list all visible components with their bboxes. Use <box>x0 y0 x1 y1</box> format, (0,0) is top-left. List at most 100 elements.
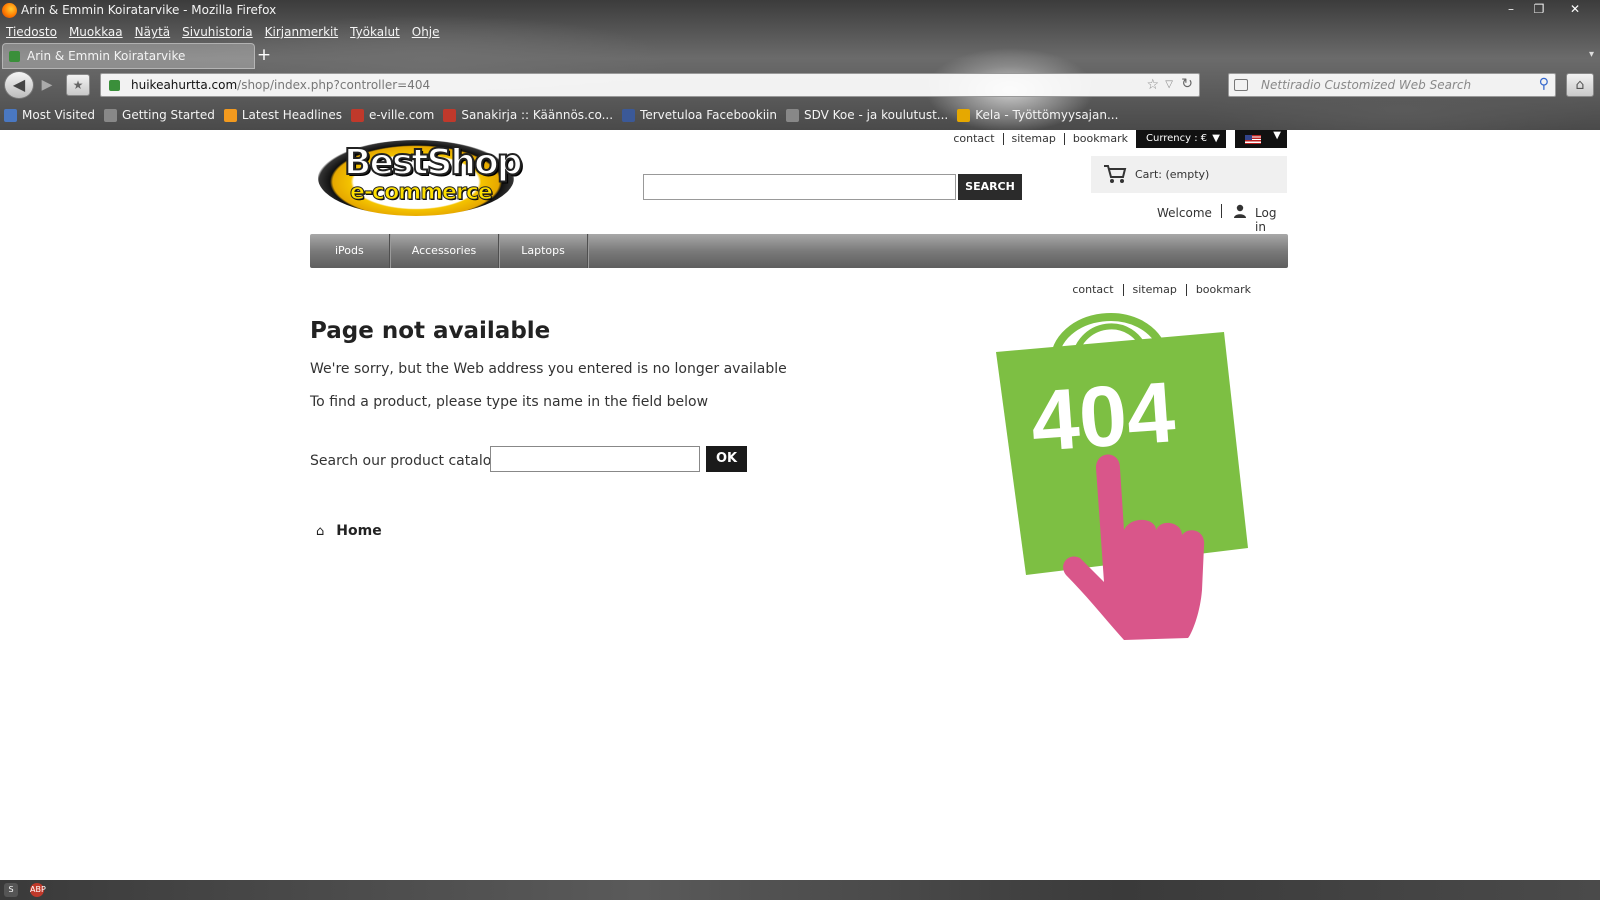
star-page-icon: ★ <box>72 78 84 92</box>
house-icon: ⌂ <box>1575 77 1585 93</box>
search-engine-icon[interactable] <box>1234 79 1248 91</box>
minimize-button[interactable]: – <box>1498 0 1524 18</box>
bookmark-item[interactable]: e-ville.com <box>351 108 434 122</box>
arrow-left-icon: ◀ <box>12 75 26 94</box>
menu-tiedosto[interactable]: Tiedosto <box>6 22 57 42</box>
back-button[interactable]: ◀ <box>4 71 34 99</box>
bookmark-item[interactable]: Getting Started <box>104 108 215 122</box>
bookmark-label: Getting Started <box>122 108 215 122</box>
page-icon-button[interactable]: ★ <box>66 74 90 96</box>
home-link-label: Home <box>336 523 382 539</box>
new-tab-button[interactable]: + <box>252 45 276 67</box>
browser-search-bar[interactable]: Nettiradio Customized Web Search ⚲ <box>1228 73 1556 97</box>
chevron-down-icon[interactable]: ▾ <box>1589 49 1594 60</box>
reload-icon[interactable]: ↻ <box>1181 76 1193 92</box>
menu-nayta[interactable]: Näytä <box>135 22 171 42</box>
language-selector[interactable]: ▼ <box>1235 130 1287 148</box>
bookmark-item[interactable]: SDV Koe - ja koulutust... <box>785 108 949 122</box>
header-search-input[interactable] <box>643 174 956 200</box>
cart-icon <box>1104 165 1127 183</box>
menu-ohje[interactable]: Ohje <box>412 22 440 42</box>
kela-icon <box>957 108 971 122</box>
menu-muokkaa[interactable]: Muokkaa <box>69 22 123 42</box>
tab-strip: Arin & Emmin Koiratarvike + ▾ <box>0 43 1600 69</box>
bookmark-label: Kela - Työttömyysajan... <box>975 108 1119 122</box>
us-flag-icon <box>1245 135 1261 144</box>
currency-selector[interactable]: Currency : € ▼ <box>1136 130 1226 148</box>
header-link-bookmark[interactable]: bookmark <box>1063 133 1136 145</box>
bookmark-label: Latest Headlines <box>241 108 343 122</box>
404-shopping-bag-illustration: 404 <box>996 313 1248 640</box>
menu-sivuhistoria[interactable]: Sivuhistoria <box>182 22 253 42</box>
site-favicon-icon <box>9 51 20 62</box>
category-menu: iPods Accessories Laptops <box>310 234 1288 268</box>
title-bar: Arin & Emmin Koiratarvike - Mozilla Fire… <box>0 0 1600 22</box>
header-search-button[interactable]: SEARCH <box>958 174 1022 200</box>
menu-kirjanmerkit[interactable]: Kirjanmerkit <box>265 22 338 42</box>
user-icon <box>1234 204 1246 218</box>
bookmark-star-icon[interactable]: ☆ <box>1146 77 1159 93</box>
facebook-icon <box>622 108 636 122</box>
cart-block[interactable]: Cart: (empty) <box>1091 156 1287 193</box>
menu-item-laptops[interactable]: Laptops <box>499 234 588 268</box>
url-host: huikeahurtta.com <box>131 78 238 92</box>
logo-text-sub: e-commerce <box>350 180 494 206</box>
bookmark-label: Tervetuloa Facebookiin <box>640 108 777 122</box>
bookmark-icon <box>4 108 17 122</box>
bookmark-label: e-ville.com <box>369 108 435 122</box>
logo-text-main: BestShop <box>343 141 524 184</box>
catalog-search-label: Search our product catalog: <box>310 453 505 469</box>
page-container: BestShop e-commerce contact sitemap book… <box>310 130 1290 880</box>
bookmark-label: Most Visited <box>22 108 96 122</box>
forward-button[interactable]: ▶ <box>36 75 58 95</box>
bookmarks-toolbar: Most Visited Getting Started Latest Headli… <box>0 104 1127 126</box>
welcome-text: Welcome <box>1157 206 1212 220</box>
home-button[interactable]: ⌂ <box>1566 73 1594 97</box>
art-404-text: 404 <box>1028 364 1178 470</box>
bookmark-item[interactable]: Most Visited <box>4 108 95 122</box>
page-icon <box>785 108 799 122</box>
bookmark-label: Sanakirja :: Käännös.co... <box>461 108 614 122</box>
currency-label: Currency : € <box>1146 133 1208 144</box>
bookmark-item[interactable]: Latest Headlines <box>223 108 343 122</box>
search-icon[interactable]: ⚲ <box>1539 76 1549 92</box>
k-icon <box>443 108 457 122</box>
login-link[interactable]: Log in <box>1255 206 1290 234</box>
web-page: BestShop e-commerce contact sitemap book… <box>0 130 1600 880</box>
bookmark-item[interactable]: Sanakirja :: Käännös.co... <box>443 108 613 122</box>
menu-item-ipods[interactable]: iPods <box>310 234 390 268</box>
header-link-sitemap[interactable]: sitemap <box>1002 133 1064 145</box>
url-path: /shop/index.php?controller=404 <box>237 78 431 92</box>
home-link[interactable]: ⌂ Home <box>316 523 382 539</box>
bookmark-label: SDV Koe - ja koulutust... <box>803 108 949 122</box>
menu-item-accessories[interactable]: Accessories <box>390 234 500 268</box>
bookmark-item[interactable]: Tervetuloa Facebookiin <box>622 108 777 122</box>
history-dropdown-icon[interactable]: ▽ <box>1165 79 1173 90</box>
error-message: We're sorry, but the Web address you ent… <box>310 361 787 377</box>
header-links: contact sitemap bookmark <box>945 133 1136 145</box>
chevron-down-icon: ▼ <box>1273 130 1281 141</box>
close-window-button[interactable]: ✕ <box>1554 0 1596 18</box>
bookmark-item[interactable]: Kela - Työttömyysajan... <box>957 108 1118 122</box>
status-bar: S ABP <box>0 880 1600 900</box>
site-favicon-icon <box>109 80 120 91</box>
error-hint: To find a product, please type its name … <box>310 394 709 410</box>
tab-active[interactable]: Arin & Emmin Koiratarvike <box>2 43 255 69</box>
catalog-search-input[interactable] <box>490 446 700 472</box>
menu-tyokalut[interactable]: Työkalut <box>350 22 400 42</box>
cart-label: Cart: (empty) <box>1135 168 1210 181</box>
maximize-button[interactable]: ❐ <box>1526 0 1552 18</box>
divider <box>1221 204 1222 218</box>
adblock-icon[interactable]: ABP <box>30 883 46 897</box>
skype-icon[interactable]: S <box>4 883 18 897</box>
url-bar[interactable]: huikeahurtta.com/shop/index.php?controll… <box>100 73 1200 97</box>
catalog-search-ok-button[interactable]: OK <box>706 446 747 472</box>
tab-title: Arin & Emmin Koiratarvike <box>27 49 186 63</box>
url-text: huikeahurtta.com/shop/index.php?controll… <box>131 78 430 92</box>
browser-menubar: Tiedosto Muokkaa Näytä Sivuhistoria Kirj… <box>0 22 440 42</box>
browser-chrome: Arin & Emmin Koiratarvike - Mozilla Fire… <box>0 0 1600 130</box>
bestshop-logo[interactable]: BestShop e-commerce <box>310 136 524 218</box>
home-icon: ⌂ <box>316 523 325 539</box>
page-title: Page not available <box>310 318 551 344</box>
header-link-contact[interactable]: contact <box>945 133 1002 145</box>
